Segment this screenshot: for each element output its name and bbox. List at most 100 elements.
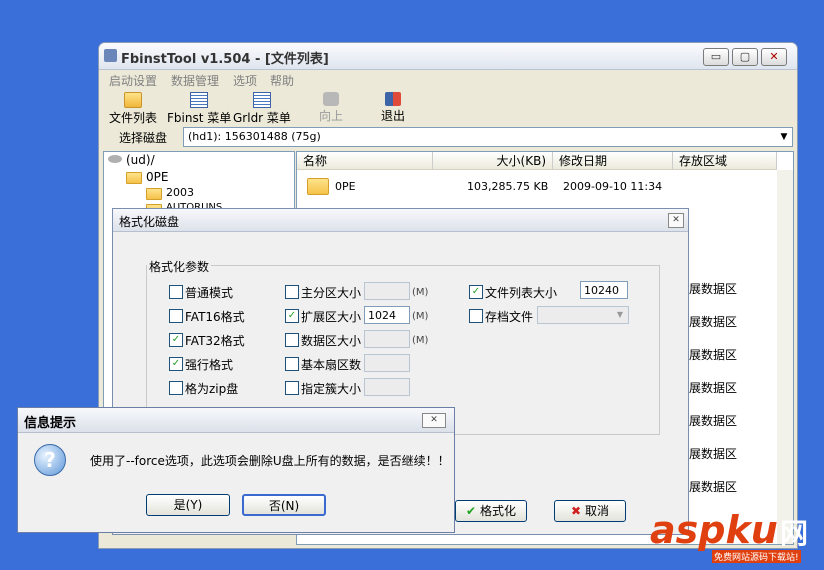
menu-help[interactable]: 帮助 (270, 72, 294, 89)
menu-bar: 启动设置 数据管理 选项 帮助 (99, 70, 797, 90)
row-size: 103,285.75 KB (467, 180, 549, 193)
close-icon[interactable]: ✕ (422, 413, 446, 428)
open-folder-icon (124, 92, 142, 108)
tree-item-2003[interactable]: 2003 (166, 186, 194, 199)
chevron-down-icon[interactable]: ▼ (776, 128, 792, 146)
data-size-input[interactable] (364, 330, 410, 348)
check-icon: ✔ (466, 504, 477, 518)
format-dialog-title-bar[interactable]: 格式化磁盘 ✕ (113, 209, 688, 232)
file-list-size-input[interactable]: 10240 (580, 281, 628, 299)
row-name: 0PE (335, 180, 356, 193)
row-area: 展数据区 (689, 381, 738, 395)
exit-button[interactable]: 退出 (381, 92, 405, 124)
force-format-checkbox[interactable]: ✓ (169, 357, 183, 371)
up-label: 向上 (319, 109, 344, 123)
col-size[interactable]: 大小(KB) (433, 152, 553, 170)
force-format-label: 强行格式 (185, 358, 234, 372)
normal-mode-checkbox[interactable] (169, 285, 183, 299)
menu-data-management[interactable]: 数据管理 (171, 72, 219, 89)
cancel-button-label: 取消 (584, 504, 609, 518)
disk-select-combo[interactable]: (hd1): 156301488 (75g) ▼ (183, 127, 793, 147)
yes-button[interactable]: 是(Y) (146, 494, 230, 516)
cluster-size-input[interactable] (364, 378, 410, 396)
data-size-unit: (M) (412, 335, 429, 346)
row-area: 展数据区 (689, 414, 738, 428)
row-date: 2009-09-10 11:34 (563, 180, 663, 193)
primary-size-unit: (M) (412, 287, 429, 298)
format-button[interactable]: ✔ 格式化 (455, 500, 527, 522)
file-list-button[interactable]: 文件列表 (109, 92, 157, 126)
folder-icon (146, 188, 162, 200)
fbinst-menu-button[interactable]: Fbinst 菜单 (167, 92, 231, 126)
col-date[interactable]: 修改日期 (553, 152, 673, 170)
table-row[interactable]: 0PE 103,285.75 KB 2009-09-10 11:34 (297, 176, 777, 198)
document-icon (190, 92, 209, 108)
col-name[interactable]: 名称 (297, 152, 433, 170)
normal-mode-label: 普通模式 (185, 286, 234, 300)
zip-disk-checkbox[interactable] (169, 381, 183, 395)
title-bar[interactable]: FbinstTool v1.504 - [文件列表] ▭ ▢ ✕ (99, 43, 797, 70)
row-area: 展数据区 (689, 480, 738, 494)
exit-door-icon (385, 92, 401, 106)
fat16-label: FAT16格式 (185, 310, 245, 324)
app-icon (104, 49, 117, 62)
tree-item-0pe[interactable]: 0PE (146, 170, 168, 184)
maximize-button[interactable]: ▢ (732, 48, 758, 66)
menu-boot-settings[interactable]: 启动设置 (109, 72, 157, 89)
sector-count-input[interactable] (364, 354, 410, 372)
document-icon (252, 92, 271, 108)
cluster-size-label: 指定簇大小 (301, 382, 362, 396)
watermark-suffix: 网 (780, 517, 809, 550)
data-size-checkbox[interactable] (285, 333, 299, 347)
scrollbar[interactable] (777, 170, 793, 544)
minimize-button[interactable]: ▭ (703, 48, 729, 66)
extended-size-checkbox[interactable]: ✓ (285, 309, 299, 323)
no-button[interactable]: 否(N) (242, 494, 326, 516)
question-icon: ? (34, 444, 66, 476)
data-size-label: 数据区大小 (301, 334, 362, 348)
row-area: 展数据区 (689, 315, 738, 329)
close-button[interactable]: ✕ (761, 48, 787, 66)
primary-size-input[interactable] (364, 282, 410, 300)
up-button[interactable]: 向上 (319, 92, 343, 124)
info-dialog-title: 信息提示 (24, 416, 77, 431)
folder-icon (126, 172, 142, 184)
info-message: 使用了--force选项，此选项会删除U盘上所有的数据，是否继续！！ (90, 454, 450, 468)
fat32-checkbox[interactable]: ✓ (169, 333, 183, 347)
cancel-button[interactable]: ✖ 取消 (554, 500, 626, 522)
fat16-checkbox[interactable] (169, 309, 183, 323)
close-icon[interactable]: ✕ (668, 213, 684, 228)
format-params-label: 格式化参数 (147, 258, 212, 275)
file-list-label: 文件列表 (109, 111, 158, 125)
fbinst-menu-label: Fbinst 菜单 (167, 111, 232, 125)
folder-icon (307, 178, 329, 195)
site-watermark: aspku 网 免费网站源码下载站! (650, 508, 818, 564)
col-area[interactable]: 存放区域 (673, 152, 777, 170)
grldr-menu-label: Grldr 菜单 (233, 111, 291, 125)
extended-size-input[interactable]: 1024 (364, 306, 410, 324)
disk-select-value: (hd1): 156301488 (75g) (188, 130, 321, 143)
archive-file-checkbox[interactable] (469, 309, 483, 323)
format-button-label: 格式化 (479, 504, 516, 518)
up-arrow-icon (323, 92, 339, 106)
primary-size-label: 主分区大小 (301, 286, 362, 300)
fat32-label: FAT32格式 (185, 334, 245, 348)
cluster-size-checkbox[interactable] (285, 381, 299, 395)
grldr-menu-button[interactable]: Grldr 菜单 (233, 92, 291, 126)
row-area: 展数据区 (689, 348, 738, 362)
sector-count-checkbox[interactable] (285, 357, 299, 371)
format-dialog-title: 格式化磁盘 (119, 215, 180, 229)
window-title: FbinstTool v1.504 - [文件列表] (121, 52, 329, 67)
tree-root[interactable]: (ud)/ (126, 153, 155, 167)
disk-select-label: 选择磁盘 (119, 131, 168, 145)
extended-size-unit: (M) (412, 311, 429, 322)
cross-icon: ✖ (571, 504, 582, 518)
primary-size-checkbox[interactable] (285, 285, 299, 299)
file-list-size-checkbox[interactable]: ✓ (469, 285, 483, 299)
watermark-slogan: 免费网站源码下载站! (712, 550, 801, 563)
info-dialog-title-bar[interactable]: 信息提示 ✕ (18, 408, 454, 433)
archive-file-label: 存档文件 (485, 310, 534, 324)
menu-options[interactable]: 选项 (233, 72, 257, 89)
zip-disk-label: 格为zip盘 (185, 382, 239, 396)
chevron-down-icon[interactable]: ▼ (613, 307, 627, 323)
